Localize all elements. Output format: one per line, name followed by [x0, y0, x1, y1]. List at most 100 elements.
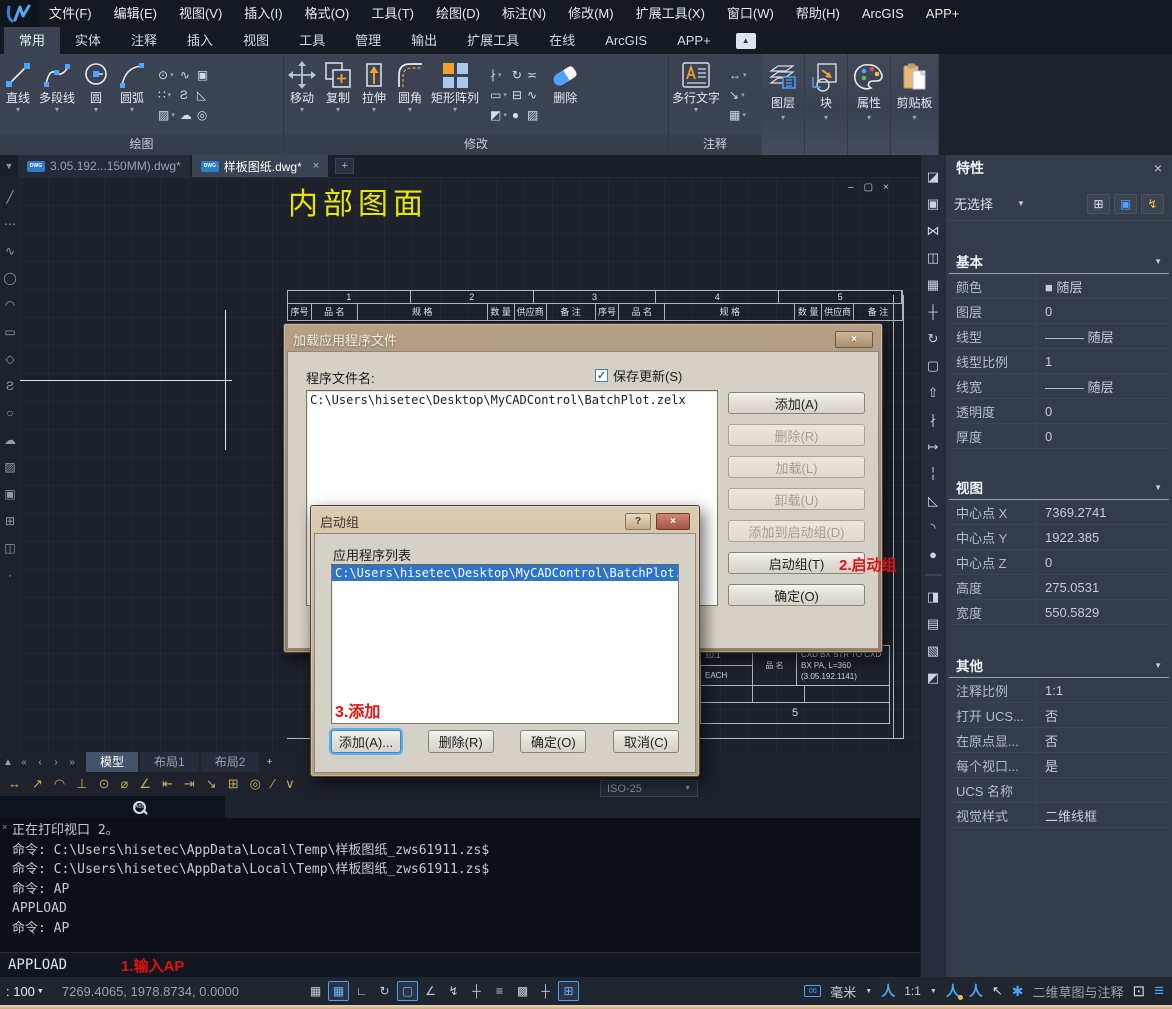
erase-icon[interactable]: ◪ — [927, 163, 939, 190]
annotation-visibility-icon[interactable] — [946, 981, 960, 1001]
line-button[interactable]: 直线 — [3, 59, 33, 114]
clipboard-button[interactable]: 剪贴板 — [891, 54, 939, 155]
property-row[interactable]: 注释比例 1:1 — [949, 678, 1169, 703]
property-row[interactable]: 中心点 X 7369.2741 — [949, 500, 1169, 525]
layers-button[interactable]: 图层 — [762, 54, 805, 155]
property-row[interactable]: 高度 275.0531 — [949, 575, 1169, 600]
angular-dim-icon[interactable]: ∠ — [139, 776, 151, 792]
ribbon-tab[interactable]: 实体 — [60, 27, 116, 54]
layout-tab[interactable]: 布局2 — [201, 752, 260, 772]
polygon-icon[interactable]: ◇ — [5, 345, 14, 372]
first-layout-icon[interactable]: « — [16, 757, 32, 768]
ribbon-tab[interactable]: 在线 — [534, 27, 590, 54]
ordinate-dim-icon[interactable]: ⊥ — [76, 776, 87, 792]
command-input-text[interactable]: APPLOAD — [8, 957, 67, 973]
section-header-view[interactable]: 视图 — [949, 475, 1169, 500]
tab-list-icon[interactable] — [0, 161, 18, 171]
new-layout-icon[interactable] — [261, 757, 277, 768]
restore-icon[interactable] — [864, 182, 873, 193]
grid-display-icon[interactable]: ▦ — [305, 981, 326, 1001]
document-tab[interactable]: 样板图纸.dwg* — [192, 155, 328, 177]
property-row[interactable]: 中心点 Z 0 — [949, 550, 1169, 575]
snap-tracking-icon[interactable]: ↯ — [443, 981, 464, 1001]
property-row[interactable]: 视觉样式 二维线框 — [949, 803, 1169, 828]
property-row[interactable]: 线宽 ——— 随层 — [949, 374, 1169, 399]
annotation-autoscale-icon[interactable] — [969, 981, 983, 1001]
table-icon[interactable]: ▦ — [729, 108, 747, 122]
menu-item[interactable]: 编辑(E) — [103, 0, 168, 27]
polyline-icon[interactable]: ∿ — [5, 237, 15, 264]
gear-icon[interactable] — [1012, 983, 1024, 1000]
spline-icon[interactable]: Ƨ — [6, 372, 14, 399]
dim-edit-icon[interactable]: ∕ — [272, 776, 274, 792]
ortho-mode-icon[interactable]: ∟ — [351, 981, 372, 1001]
new-tab-icon[interactable] — [335, 158, 354, 174]
baseline-dim-icon[interactable]: ⇤ — [162, 776, 173, 792]
snap-mode-icon[interactable]: ▦ — [328, 981, 349, 1001]
fullscreen-icon[interactable] — [1133, 982, 1146, 1000]
menu-item[interactable]: 格式(O) — [294, 0, 361, 27]
close-dialog-icon[interactable] — [835, 331, 873, 348]
revcloud-icon[interactable]: ☁ — [4, 426, 16, 453]
polar-tracking-icon[interactable]: ↻ — [374, 981, 395, 1001]
scale-dropdown-icon[interactable] — [930, 988, 937, 995]
prev-layout-icon[interactable]: ‹ — [32, 757, 48, 768]
transparency-icon[interactable]: ▩ — [512, 981, 533, 1001]
fillet-button[interactable]: 圆角 — [395, 59, 425, 114]
property-row[interactable]: 厚度 0 — [949, 424, 1169, 449]
menu-item[interactable]: 文件(F) — [38, 0, 103, 27]
ribbon-tab[interactable]: 扩展工具 — [452, 27, 534, 54]
search-abc-icon[interactable] — [133, 801, 146, 814]
move-button[interactable]: 移动 — [287, 59, 317, 114]
copy-icon[interactable]: ▣ — [927, 190, 939, 217]
dimension-icon[interactable]: ↔ — [729, 68, 747, 82]
rect-array-button[interactable]: 矩形阵列 — [431, 59, 479, 114]
tolerance-icon[interactable]: ⊞ — [228, 776, 239, 792]
fillet-icon[interactable]: ◝ — [930, 514, 935, 541]
menu-item[interactable]: 帮助(H) — [785, 0, 851, 27]
file-path-item[interactable]: C:\Users\hisetec\Desktop\MyCADControl\Ba… — [307, 391, 717, 409]
menu-item[interactable]: 视图(V) — [168, 0, 233, 27]
array-icon[interactable]: ▦ — [927, 271, 939, 298]
units-icon[interactable] — [804, 985, 821, 997]
minimize-icon[interactable] — [848, 182, 854, 193]
menu-item[interactable]: 扩展工具(X) — [625, 0, 716, 27]
dialog-button[interactable]: 添加(A)... — [331, 730, 401, 753]
section-header-misc[interactable]: 其他 — [949, 653, 1169, 678]
units-dropdown-icon[interactable] — [865, 988, 872, 995]
selection-cursor-icon[interactable] — [992, 983, 1003, 999]
aligned-dim-icon[interactable]: ↗ — [32, 776, 43, 792]
close-tab-icon[interactable] — [313, 160, 319, 172]
menu-item[interactable]: 工具(T) — [360, 0, 425, 27]
property-row[interactable]: UCS 名称 — [949, 778, 1169, 803]
ribbon-tab[interactable]: 视图 — [228, 27, 284, 54]
menu-item[interactable]: 绘图(D) — [425, 0, 491, 27]
menu-item[interactable]: 修改(M) — [557, 0, 625, 27]
chevron-down-icon[interactable] — [1017, 199, 1025, 208]
ribbon-tab[interactable]: APP+ — [662, 27, 726, 54]
close-command-panel-icon[interactable] — [2, 822, 7, 832]
dialog-title-bar[interactable]: 启动组 — [314, 509, 696, 533]
erase-button[interactable]: 删除 — [548, 59, 582, 105]
ribbon-tab[interactable]: 常用 — [4, 27, 60, 54]
scale-icon[interactable]: ▢ — [927, 352, 939, 379]
leader-dim-icon[interactable]: ↘ — [206, 776, 217, 792]
trim-icon[interactable]: ∤ — [930, 406, 937, 433]
hatch-edit-icon[interactable]: ▨ — [527, 108, 538, 122]
quick-select-icon[interactable] — [1087, 194, 1110, 214]
property-row[interactable]: 透明度 0 — [949, 399, 1169, 424]
next-layout-icon[interactable]: › — [48, 757, 64, 768]
table-icon[interactable]: ⊞ — [5, 507, 15, 534]
last-layout-icon[interactable]: » — [64, 757, 80, 768]
scale-label[interactable]: 1:1 — [904, 984, 921, 998]
offset-icon[interactable]: ◫ — [927, 244, 939, 271]
property-row[interactable]: 中心点 Y 1922.385 — [949, 525, 1169, 550]
layout-tab[interactable]: 模型 — [86, 752, 138, 772]
edit-polyline-icon[interactable]: ∿ — [527, 88, 538, 102]
ribbon-tab[interactable]: 插入 — [172, 27, 228, 54]
menu-item[interactable]: 插入(I) — [233, 0, 293, 27]
document-tab[interactable]: 3.05.192...150MM).dwg* — [18, 155, 190, 177]
dialog-button[interactable]: 删除(R) — [728, 424, 865, 446]
radius-dim-icon[interactable]: ⊙ — [99, 776, 110, 792]
section-header-basic[interactable]: 基本 — [949, 249, 1169, 274]
